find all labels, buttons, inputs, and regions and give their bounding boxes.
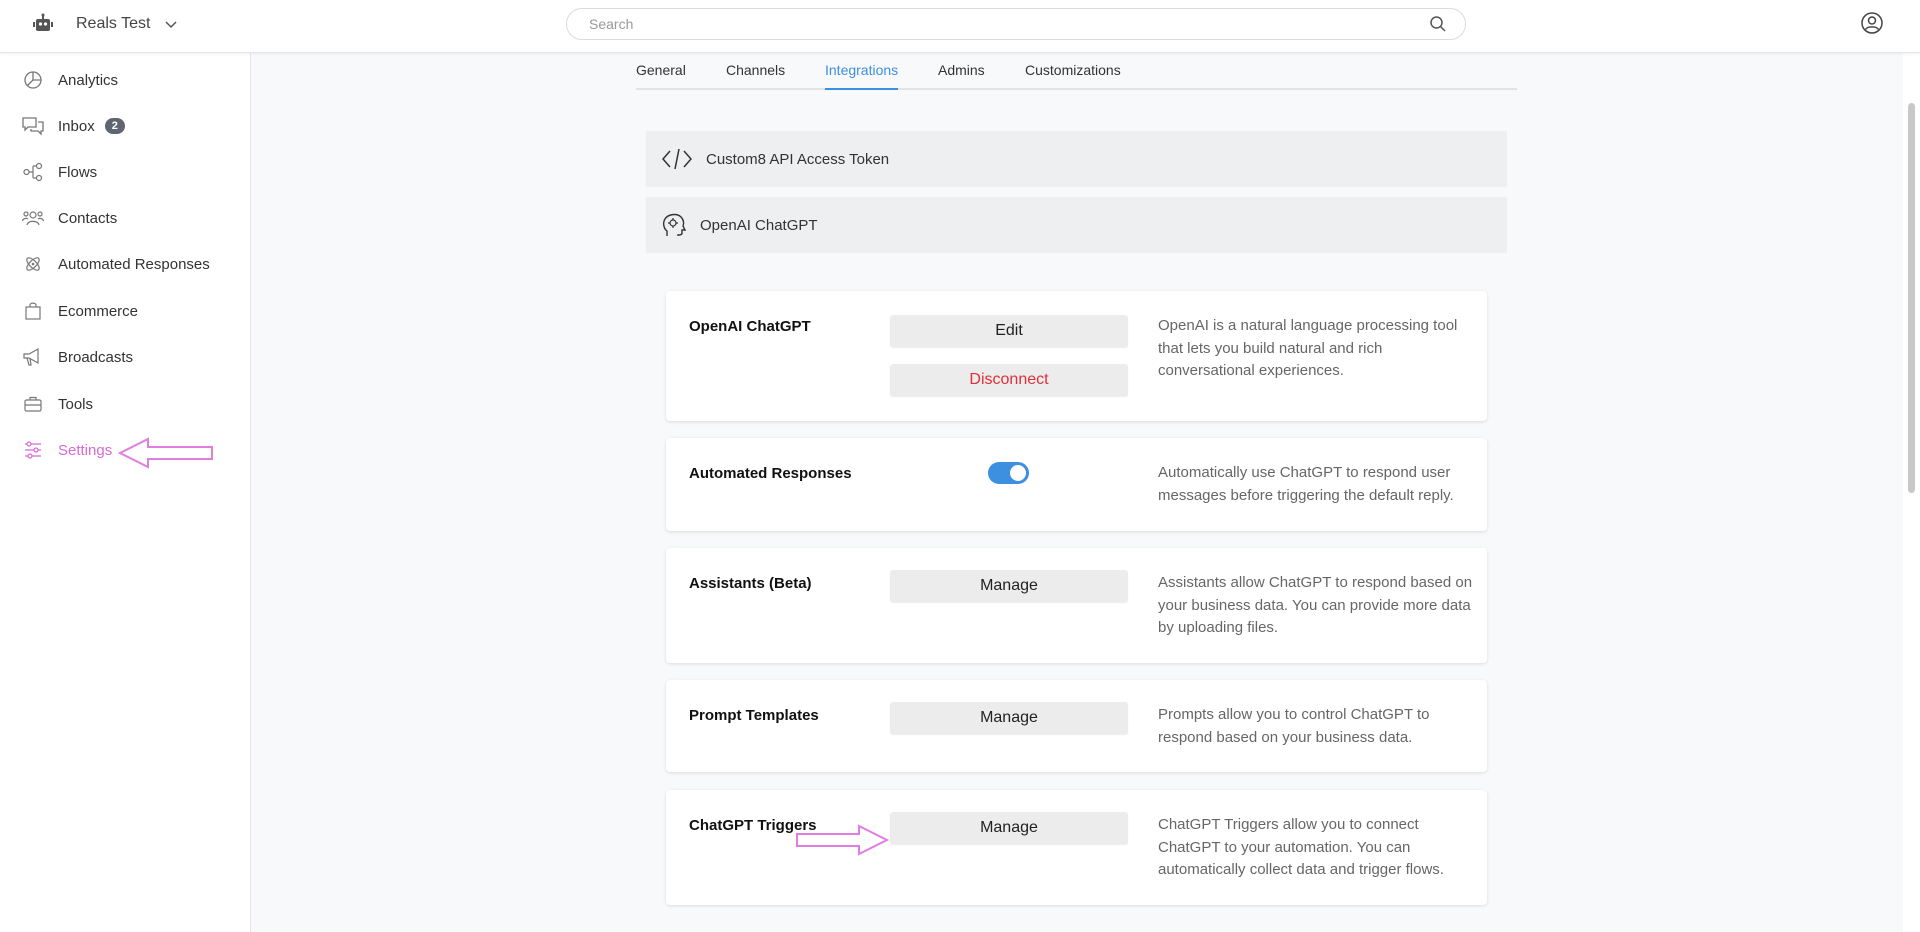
ecommerce-icon bbox=[22, 300, 44, 322]
inbox-icon bbox=[22, 115, 44, 137]
settings-icon bbox=[22, 439, 44, 461]
automated-responses-icon bbox=[22, 253, 44, 275]
annotation-arrow-left bbox=[118, 437, 213, 469]
sidebar-item-label: Tools bbox=[58, 395, 94, 413]
card-chatgpt-triggers: ChatGPT Triggers Manage ChatGPT Triggers… bbox=[666, 790, 1487, 905]
tab-admins[interactable]: Admins bbox=[938, 62, 985, 90]
sidebar-item-broadcasts[interactable]: Broadcasts bbox=[22, 342, 133, 372]
brain-head-icon bbox=[660, 208, 688, 242]
inbox-count-badge: 2 bbox=[104, 118, 125, 134]
sidebar-item-label: Ecommerce bbox=[58, 302, 139, 320]
automated-responses-toggle[interactable] bbox=[988, 462, 1029, 484]
workspace-name: Reals Test bbox=[76, 15, 151, 32]
search-bar bbox=[566, 8, 1466, 40]
broadcasts-icon bbox=[22, 346, 44, 368]
card-description: ChatGPT Triggers allow you to connect Ch… bbox=[1158, 816, 1444, 878]
sidebar-item-label: Flows bbox=[58, 163, 98, 181]
scrollbar-thumb[interactable] bbox=[1908, 103, 1915, 493]
tools-icon bbox=[22, 393, 44, 415]
sidebar-item-flows[interactable]: Flows bbox=[22, 157, 97, 187]
card-description: Prompts allow you to control ChatGPT to … bbox=[1158, 706, 1430, 746]
toggle-knob bbox=[1010, 465, 1026, 481]
settings-tabs: General Channels Integrations Admins Cus… bbox=[636, 56, 1517, 90]
card-description: OpenAI is a natural language processing … bbox=[1158, 317, 1458, 379]
tab-customizations[interactable]: Customizations bbox=[1025, 62, 1121, 90]
integration-custom8-api-token[interactable]: Custom8 API Access Token bbox=[646, 131, 1507, 187]
disconnect-button[interactable]: Disconnect bbox=[890, 364, 1128, 396]
scrollbar[interactable] bbox=[1903, 53, 1920, 932]
flows-icon bbox=[22, 161, 44, 183]
manage-assistants-button[interactable]: Manage bbox=[890, 570, 1128, 602]
edit-button[interactable]: Edit bbox=[890, 315, 1128, 347]
sidebar-item-automated-responses[interactable]: Automated Responses bbox=[22, 249, 210, 279]
sidebar-item-label: Automated Responses bbox=[58, 255, 210, 273]
card-title: Automated Responses bbox=[689, 465, 852, 482]
sidebar-item-label: Contacts bbox=[58, 209, 118, 227]
card-openai-chatgpt: OpenAI ChatGPT Edit Disconnect OpenAI is… bbox=[666, 291, 1487, 421]
sidebar-item-label: Analytics bbox=[58, 71, 119, 89]
sidebar-item-label: Broadcasts bbox=[58, 348, 134, 366]
sidebar-item-tools[interactable]: Tools bbox=[22, 389, 93, 419]
annotation-arrow-right bbox=[796, 824, 889, 856]
contacts-icon bbox=[22, 207, 44, 229]
card-title: OpenAI ChatGPT bbox=[689, 318, 811, 335]
integration-openai-chatgpt[interactable]: OpenAI ChatGPT bbox=[646, 197, 1507, 253]
sidebar-item-ecommerce[interactable]: Ecommerce bbox=[22, 296, 138, 326]
tab-general[interactable]: General bbox=[636, 62, 686, 90]
section-label: Custom8 API Access Token bbox=[706, 150, 890, 168]
workspace-switcher[interactable]: Reals Test bbox=[30, 10, 178, 38]
card-title: Assistants (Beta) bbox=[689, 575, 812, 592]
card-automated-responses: Automated Responses Automatically use Ch… bbox=[666, 438, 1487, 531]
sidebar-item-settings[interactable]: Settings bbox=[22, 435, 112, 465]
sidebar-item-analytics[interactable]: Analytics bbox=[22, 65, 118, 95]
manage-chatgpt-triggers-button[interactable]: Manage bbox=[890, 812, 1128, 844]
sidebar-item-contacts[interactable]: Contacts bbox=[22, 203, 117, 233]
chevron-down-icon bbox=[165, 21, 177, 29]
manage-prompt-templates-button[interactable]: Manage bbox=[890, 702, 1128, 734]
search-icon[interactable] bbox=[1429, 15, 1447, 33]
card-prompt-templates: Prompt Templates Manage Prompts allow yo… bbox=[666, 680, 1487, 772]
search-input[interactable] bbox=[589, 16, 1429, 32]
tab-integrations[interactable]: Integrations bbox=[825, 62, 899, 90]
sidebar: Analytics Inbox 2 Flows Contacts Automat… bbox=[0, 53, 251, 932]
card-description: Automatically use ChatGPT to respond use… bbox=[1158, 464, 1454, 504]
sidebar-item-label: Settings bbox=[58, 441, 113, 459]
tab-channels[interactable]: Channels bbox=[726, 62, 785, 90]
sidebar-item-label: Inbox bbox=[58, 117, 95, 135]
card-title: Prompt Templates bbox=[689, 707, 819, 724]
analytics-icon bbox=[22, 69, 44, 91]
top-bar: Reals Test bbox=[0, 0, 1920, 53]
sidebar-item-inbox[interactable]: Inbox 2 bbox=[22, 111, 125, 141]
card-description: Assistants allow ChatGPT to respond base… bbox=[1158, 574, 1473, 636]
card-assistants: Assistants (Beta) Manage Assistants allo… bbox=[666, 548, 1487, 663]
bot-icon bbox=[30, 11, 56, 37]
code-icon bbox=[660, 142, 694, 176]
section-label: OpenAI ChatGPT bbox=[700, 216, 818, 234]
user-profile-icon[interactable] bbox=[1860, 11, 1884, 35]
